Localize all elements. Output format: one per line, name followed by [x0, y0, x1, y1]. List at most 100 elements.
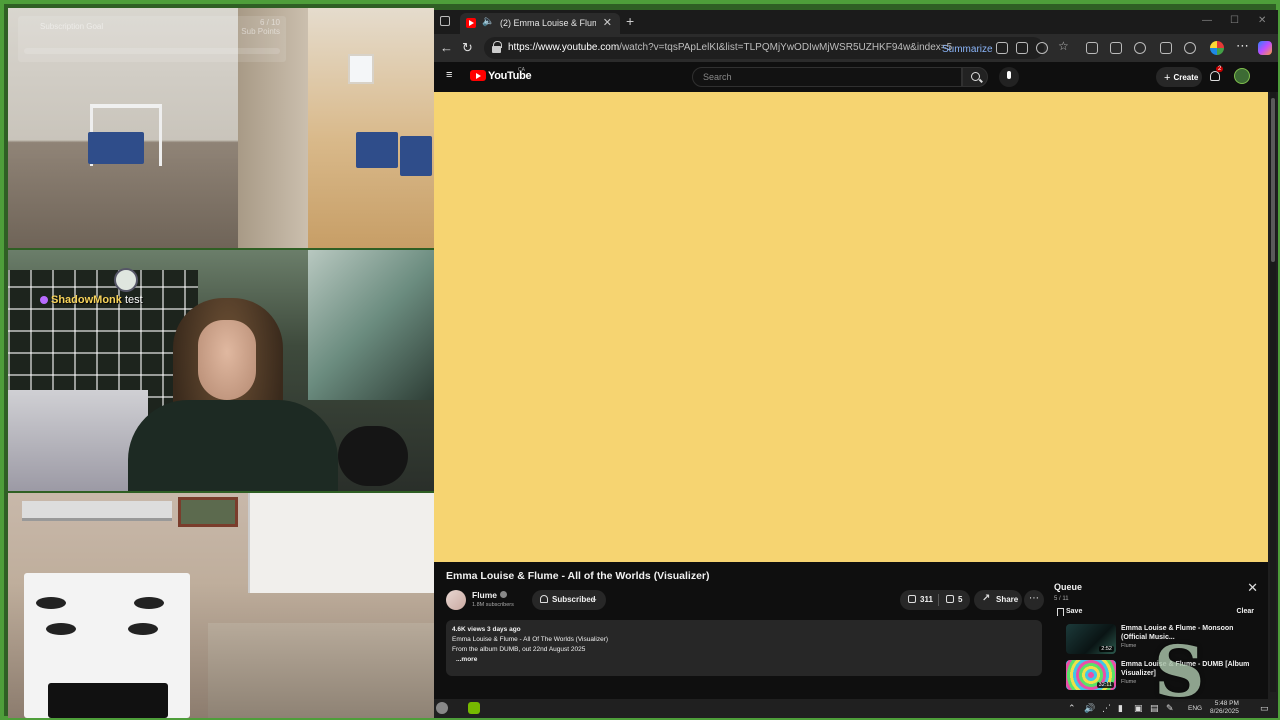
copilot-icon[interactable] [1258, 41, 1272, 55]
history-icon[interactable] [1184, 42, 1196, 54]
queue-position: 5 / 11 [1054, 596, 1069, 602]
refresh-icon[interactable]: ↻ [462, 40, 473, 56]
chat-text: test [124, 294, 143, 306]
notifications-bell-icon[interactable] [1210, 71, 1220, 81]
account-avatar[interactable] [1234, 68, 1250, 84]
back-icon[interactable]: ← [440, 40, 453, 55]
url-host: https://www.youtube.com [508, 42, 620, 53]
page-scrollbar[interactable] [1270, 92, 1276, 692]
menu-dots-icon[interactable]: ⋯ [1236, 38, 1249, 54]
more-actions-icon[interactable]: ⋯ [1024, 590, 1044, 610]
share-label: Share [996, 595, 1019, 604]
app-icon[interactable] [436, 702, 448, 714]
hamburger-menu-icon[interactable]: ≡ [446, 69, 452, 81]
tab-actions-icon[interactable] [440, 16, 450, 26]
stove-burner [36, 597, 66, 609]
tab-youtube[interactable]: 🔈 (2) Emma Louise & Flume - All of the W… [460, 13, 620, 34]
profile-avatar-icon[interactable] [1210, 41, 1224, 55]
mic-icon[interactable]: ▮ [1118, 703, 1123, 714]
tab-close-icon[interactable]: ✕ [603, 16, 612, 29]
stove-burner [46, 623, 76, 635]
like-dislike-group: 311 5 [900, 590, 970, 610]
thumbs-up-icon [908, 595, 916, 603]
tray-app-icon[interactable]: ▣ [1134, 703, 1143, 714]
queue-clear-button[interactable]: Clear [1236, 608, 1254, 615]
video-title: Emma Louise & Flume - All of the Worlds … [446, 570, 710, 582]
tab-bar: 🔈 (2) Emma Louise & Flume - All of the W… [434, 10, 1278, 34]
webcam-streamer [8, 250, 434, 491]
video-details: Emma Louise & Flume - All of the Worlds … [434, 562, 1268, 699]
nvidia-icon[interactable] [468, 702, 480, 714]
new-tab-icon[interactable]: + [626, 13, 634, 29]
goal-progress-bar [24, 48, 280, 54]
queue-thumbnail: 2:52 [1066, 624, 1116, 654]
summarize-button[interactable]: Summarize [942, 44, 993, 55]
notification-badge: 2 [1216, 66, 1224, 72]
queue-duration: 32:11 [1096, 682, 1114, 688]
extension-icon[interactable] [1086, 42, 1098, 54]
stair-storage-bin [400, 136, 432, 176]
description-box[interactable]: 4.6K views 3 days ago Emma Louise & Flum… [446, 620, 1042, 676]
reading-view-icon[interactable] [996, 42, 1008, 54]
stove-burner [128, 623, 158, 635]
minimize-icon[interactable]: — [1202, 15, 1212, 26]
sync-icon[interactable] [1134, 42, 1146, 54]
channel-avatar[interactable] [446, 590, 466, 610]
goal-count-value: 6 / 10 [259, 18, 280, 27]
volume-icon[interactable]: 🔊 [1084, 703, 1095, 714]
apps-icon[interactable] [1016, 42, 1028, 54]
maximize-icon[interactable]: ☐ [1230, 15, 1239, 26]
bed [8, 390, 148, 491]
plus-icon: + [1164, 72, 1171, 84]
dislike-count: 5 [958, 595, 963, 604]
queue-duration: 2:52 [1099, 646, 1114, 652]
tab-title: (2) Emma Louise & Flume - All of the Wor… [500, 18, 596, 28]
channel-name-link[interactable]: Flume [472, 590, 508, 600]
hall-storage-bin [88, 132, 144, 164]
voice-search-icon[interactable] [999, 67, 1019, 87]
share-button[interactable]: ↗ Share [974, 590, 1022, 610]
search-icon[interactable] [962, 67, 988, 87]
youtube-logo-icon[interactable] [470, 70, 486, 81]
dislike-button[interactable]: 5 [946, 595, 962, 604]
scrollbar-thumb[interactable] [1271, 98, 1275, 262]
zoom-icon[interactable] [1036, 42, 1048, 54]
oven-window [48, 683, 168, 718]
chat-message: ShadowMonk test [40, 294, 143, 306]
microphone [338, 426, 408, 486]
subscribed-label: Subscribed [552, 595, 596, 604]
channel-name: Flume [472, 590, 498, 600]
video-player[interactable] [434, 92, 1268, 562]
queue-close-icon[interactable]: ✕ [1247, 580, 1258, 596]
stove-burner [134, 597, 164, 609]
show-more-link[interactable]: ...more [456, 656, 1036, 663]
favorite-star-icon[interactable]: ☆ [1058, 39, 1070, 53]
extension-icon[interactable] [1110, 42, 1122, 54]
clock-icon [114, 268, 138, 292]
hall-window [348, 54, 374, 84]
tray-chevron-up-icon[interactable]: ⌃ [1068, 703, 1076, 714]
taskbar: ⌃ 🔊 ⋰ ▮ ▣ ▤ ✎ ENG 5:48 PM 8/26/2025 ▭ [434, 699, 1278, 718]
description-line: From the album DUMB, out 22nd August 202… [452, 646, 586, 653]
url-path: /watch?v=tqsPApLelKI&list=TLPQMjYwODIwMj… [619, 42, 953, 53]
channel-watermark-logo: S [1154, 630, 1205, 713]
stair-storage-bin [356, 132, 398, 168]
close-window-icon[interactable]: ✕ [1258, 15, 1266, 26]
kitchen-window [178, 497, 238, 527]
kitchen-cabinets [248, 493, 434, 593]
chat-badge-icon [40, 296, 48, 305]
streamer-face [198, 320, 256, 400]
network-icon[interactable]: ⋰ [1102, 703, 1111, 714]
speaker-icon[interactable]: 🔈 [482, 16, 494, 27]
thumbs-down-icon [946, 595, 954, 603]
extension-icon[interactable] [1160, 42, 1172, 54]
subscribed-button[interactable]: Subscribed ⌄ [532, 590, 606, 610]
youtube-header: ≡ YouTube CA Search + Create 2 [434, 62, 1278, 92]
queue-save-button[interactable]: Save [1054, 608, 1082, 616]
country-code: CA [518, 67, 525, 73]
like-button[interactable]: 311 [908, 595, 933, 604]
goal-label: Subscription Goal [40, 22, 104, 31]
create-button[interactable]: + Create [1156, 67, 1202, 87]
search-input[interactable]: Search [692, 67, 962, 87]
browser-window: 🔈 (2) Emma Louise & Flume - All of the W… [434, 10, 1278, 699]
